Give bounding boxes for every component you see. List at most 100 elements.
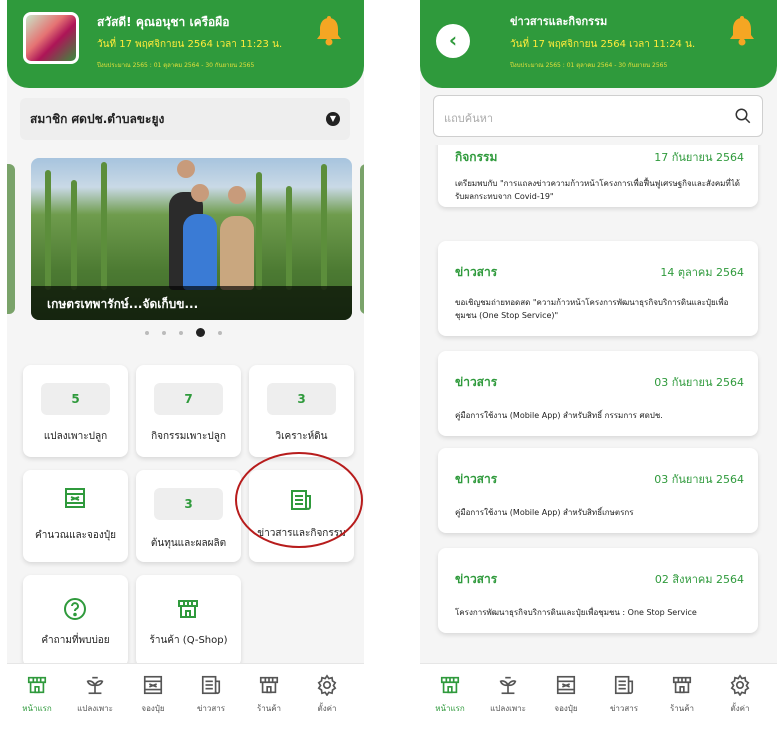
nav-item[interactable]: แปลงเพาะ bbox=[69, 674, 121, 715]
nav-item[interactable]: แปลงเพาะ bbox=[482, 674, 534, 715]
person-figure bbox=[183, 214, 217, 290]
carousel-caption: เกษตรเทพารักษ์...จัดเก็บข... bbox=[31, 286, 352, 320]
tile-activities[interactable]: 7 กิจกรรมเพาะปลูก bbox=[136, 365, 241, 457]
bell-icon[interactable] bbox=[725, 14, 759, 48]
date-time-text: วันที่ 17 พฤศจิกายน 2564 เวลา 11:23 น. bbox=[97, 39, 283, 50]
news-description: คู่มือการใช้งาน (Mobile App) สำหรับสิทธิ… bbox=[455, 411, 663, 420]
news-description: คู่มือการใช้งาน (Mobile App) สำหรับสิทธิ… bbox=[455, 508, 634, 517]
nav-item[interactable]: ข่าวสาร bbox=[598, 674, 650, 715]
nav-item[interactable]: ตั้งค่า bbox=[301, 674, 353, 715]
member-group-select[interactable]: สมาชิก ศดปช.ตำบลขะยูง ▼ bbox=[20, 98, 350, 140]
news-date: 14 ตุลาคม 2564 bbox=[660, 266, 744, 279]
nav-item[interactable]: หน้าแรก bbox=[11, 674, 63, 715]
news-card[interactable]: กิจกรรม 17 กันยายน 2564 เตรียมพบกับ "การ… bbox=[438, 145, 758, 207]
news-type: ข่าวสาร bbox=[455, 572, 498, 586]
news-card[interactable]: ข่าวสาร 03 กันยายน 2564 คู่มือการใช้งาน … bbox=[438, 448, 758, 533]
nav-label: ตั้งค่า bbox=[730, 704, 750, 713]
calculator-icon bbox=[143, 675, 163, 695]
news-description: ขอเชิญชมถ่ายทอดสด "ความก้าวหน้าโครงการพั… bbox=[455, 298, 729, 320]
news-card[interactable]: ข่าวสาร 03 กันยายน 2564 คู่มือการใช้งาน … bbox=[438, 351, 758, 436]
search-icon[interactable] bbox=[734, 107, 752, 125]
store-icon bbox=[178, 600, 198, 618]
faq-label: คำถามที่พบบ่อย bbox=[41, 635, 110, 646]
tile-plots[interactable]: 5 แปลงเพาะปลูก bbox=[23, 365, 128, 457]
carousel-prev-slide[interactable] bbox=[7, 164, 15, 314]
nav-label: ข่าวสาร bbox=[609, 704, 639, 713]
tile-cost-yield[interactable]: 3 ต้นทุนและผลผลิต bbox=[136, 470, 241, 562]
carousel-pagination bbox=[145, 328, 222, 337]
calculator-icon bbox=[65, 488, 85, 508]
nav-label: ข่าวสาร bbox=[196, 704, 226, 713]
home-store-icon bbox=[440, 676, 460, 694]
cost-count: 3 bbox=[154, 488, 223, 520]
nav-label: หน้าแรก bbox=[22, 704, 52, 713]
home-store-icon bbox=[27, 676, 47, 694]
search-placeholder: แถบค้นหา bbox=[444, 112, 494, 125]
nav-item[interactable]: หน้าแรก bbox=[424, 674, 476, 715]
news-card[interactable]: ข่าวสาร 02 สิงหาคม 2564 โครงการพัฒนาธุรก… bbox=[438, 548, 758, 633]
nav-item[interactable]: ตั้งค่า bbox=[714, 674, 766, 715]
activities-label: กิจกรรมเพาะปลูก bbox=[151, 431, 226, 442]
nav-label: แปลงเพาะ bbox=[77, 704, 113, 713]
nav-label: ร้านค้า bbox=[256, 704, 282, 713]
soil-count: 3 bbox=[267, 383, 336, 415]
news-card[interactable]: ข่าวสาร 14 ตุลาคม 2564 ขอเชิญชมถ่ายทอดสด… bbox=[438, 241, 758, 336]
gear-icon bbox=[730, 674, 750, 696]
plots-label: แปลงเพาะปลูก bbox=[43, 431, 108, 442]
nav-item[interactable]: ข่าวสาร bbox=[185, 674, 237, 715]
nav-label: แปลงเพาะ bbox=[490, 704, 526, 713]
profile-avatar[interactable] bbox=[23, 12, 79, 64]
news-screen: ‹ ข่าวสารและกิจกรรม วันที่ 17 พฤศจิกายน … bbox=[420, 0, 777, 730]
plant-icon bbox=[499, 676, 517, 695]
carousel-dot[interactable] bbox=[196, 328, 205, 337]
fiscal-year-text: ปีงบประมาณ 2565 : 01 ตุลาคม 2564 - 30 กั… bbox=[97, 62, 255, 69]
news-date: 17 กันยายน 2564 bbox=[654, 151, 744, 164]
home-header: สวัสดี! คุณอนุชา เครือผือ วันที่ 17 พฤศจ… bbox=[7, 0, 364, 88]
home-screen: สวัสดี! คุณอนุชา เครือผือ วันที่ 17 พฤศจ… bbox=[7, 0, 364, 730]
news-description: โครงการพัฒนาธุรกิจบริการดินและปุ๋ยเพื่อช… bbox=[455, 608, 697, 617]
gear-icon bbox=[317, 674, 337, 696]
news-date: 02 สิงหาคม 2564 bbox=[654, 573, 744, 586]
tile-shop[interactable]: ร้านค้า (Q-Shop) bbox=[136, 575, 241, 667]
cost-label: ต้นทุนและผลผลิต bbox=[150, 538, 227, 549]
tile-soil-analysis[interactable]: 3 วิเคราะห์ดิน bbox=[249, 365, 354, 457]
soil-label: วิเคราะห์ดิน bbox=[275, 431, 328, 442]
nav-item[interactable]: ร้านค้า bbox=[656, 674, 708, 715]
nav-label: ตั้งค่า bbox=[317, 704, 337, 713]
tile-faq[interactable]: คำถามที่พบบ่อย bbox=[23, 575, 128, 667]
page-title: ข่าวสารและกิจกรรม bbox=[510, 15, 608, 28]
chevron-down-icon: ▼ bbox=[326, 112, 340, 126]
carousel-dot[interactable] bbox=[179, 330, 183, 335]
news-type: ข่าวสาร bbox=[455, 375, 498, 389]
newspaper-icon bbox=[201, 675, 221, 695]
carousel-dot[interactable] bbox=[218, 330, 222, 335]
bell-icon[interactable] bbox=[312, 14, 346, 48]
news-description: เตรียมพบกับ "การแถลงข่าวความก้าวหน้าโครง… bbox=[455, 179, 740, 201]
shop-label: ร้านค้า (Q-Shop) bbox=[149, 635, 228, 646]
bottom-nav: หน้าแรก แปลงเพาะ จองปุ๋ย ข่าวสาร ร้านค้า ตั้ง… bbox=[420, 663, 777, 730]
date-time-text: วันที่ 17 พฤศจิกายน 2564 เวลา 11:24 น. bbox=[510, 39, 696, 50]
news-date: 03 กันยายน 2564 bbox=[654, 376, 744, 389]
carousel-dot[interactable] bbox=[145, 330, 149, 335]
plots-count: 5 bbox=[41, 383, 110, 415]
store-icon bbox=[672, 676, 692, 694]
member-group-label: สมาชิก ศดปช.ตำบลขะยูง bbox=[30, 112, 165, 126]
fertilizer-label: คำนวณและจองปุ๋ย bbox=[35, 530, 116, 541]
nav-item[interactable]: ร้านค้า bbox=[243, 674, 295, 715]
news-type: ข่าวสาร bbox=[455, 472, 498, 486]
nav-item[interactable]: จองปุ๋ย bbox=[540, 674, 592, 715]
carousel-dot[interactable] bbox=[162, 330, 166, 335]
news-header: ‹ ข่าวสารและกิจกรรม วันที่ 17 พฤศจิกายน … bbox=[420, 0, 777, 88]
nav-label: จองปุ๋ย bbox=[141, 704, 165, 713]
news-date: 03 กันยายน 2564 bbox=[654, 473, 744, 486]
carousel-slide[interactable]: เกษตรเทพารักษ์...จัดเก็บข... bbox=[31, 158, 352, 320]
person-figure bbox=[220, 216, 254, 290]
activities-count: 7 bbox=[154, 383, 223, 415]
greeting-text: สวัสดี! คุณอนุชา เครือผือ bbox=[97, 15, 230, 29]
nav-item[interactable]: จองปุ๋ย bbox=[127, 674, 179, 715]
bottom-nav: หน้าแรก แปลงเพาะ จองปุ๋ย ข่าวสาร ร้านค้า ตั้ง… bbox=[7, 663, 364, 730]
carousel-next-slide[interactable] bbox=[360, 164, 364, 314]
search-input[interactable]: แถบค้นหา bbox=[433, 95, 763, 137]
back-button[interactable]: ‹ bbox=[436, 24, 470, 58]
tile-fertilizer[interactable]: คำนวณและจองปุ๋ย bbox=[23, 470, 128, 562]
